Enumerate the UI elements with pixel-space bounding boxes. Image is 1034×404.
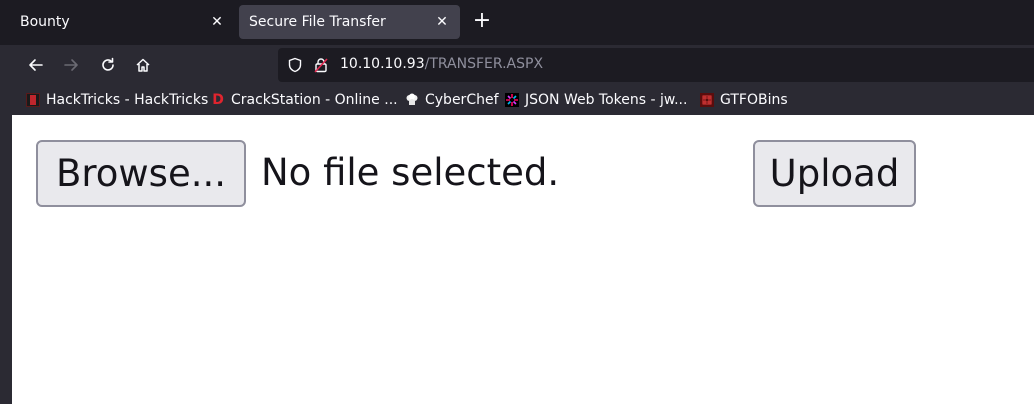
reload-icon[interactable]	[97, 54, 119, 76]
bookmark-label: HackTricks - HackTricks	[46, 92, 209, 108]
jwt-icon	[505, 93, 519, 107]
bookmark-label: GTFOBins	[720, 92, 788, 108]
back-icon[interactable]	[25, 54, 47, 76]
url-host: 10.10.10.93	[340, 56, 425, 72]
tab-bar: Bounty ✕ Secure File Transfer ✕ +	[0, 0, 1034, 45]
forward-icon[interactable]	[60, 54, 82, 76]
left-edge	[0, 115, 12, 404]
url-bar[interactable]: 10.10.10.93/TRANSFER.ASPX	[278, 48, 1034, 82]
bookmark-gtfobins[interactable]: GTFOBins	[700, 91, 788, 109]
home-icon[interactable]	[132, 54, 154, 76]
file-status-text: No file selected.	[261, 151, 560, 194]
url-path: /TRANSFER.ASPX	[424, 56, 544, 72]
close-icon[interactable]: ✕	[434, 14, 450, 30]
tab-title: Bounty	[20, 14, 70, 30]
cyberchef-icon	[405, 93, 419, 107]
crackstation-icon: D	[212, 92, 224, 108]
tab-secure-file-transfer[interactable]: Secure File Transfer ✕	[239, 5, 460, 39]
new-tab-icon[interactable]: +	[470, 10, 494, 34]
bookmarks-toolbar: HackTricks - HackTricks D CrackStation -…	[0, 85, 1034, 115]
tab-bounty[interactable]: Bounty ✕	[10, 5, 235, 39]
tracking-protection-shield-icon[interactable]	[287, 57, 303, 73]
insecure-lock-icon[interactable]	[313, 57, 329, 73]
browse-button[interactable]: Browse...	[36, 140, 246, 207]
bookmark-hacktricks[interactable]: HackTricks - HackTricks	[26, 91, 208, 109]
gtfobins-icon	[700, 93, 714, 107]
bookmark-cyberchef[interactable]: CyberChef	[405, 91, 499, 109]
bookmark-label: CyberChef	[425, 92, 499, 108]
bookmark-jwt[interactable]: JSON Web Tokens - jw...	[505, 91, 687, 109]
upload-button[interactable]: Upload	[753, 140, 916, 207]
bookmark-label: CrackStation - Online ...	[231, 92, 398, 108]
navigation-toolbar: 10.10.10.93/TRANSFER.ASPX	[0, 45, 1034, 85]
hacktricks-icon	[26, 93, 40, 107]
bookmark-label: JSON Web Tokens - jw...	[525, 92, 688, 108]
close-icon[interactable]: ✕	[209, 14, 225, 30]
page-content: Browse... No file selected. Upload	[12, 115, 1034, 404]
url-text: 10.10.10.93/TRANSFER.ASPX	[340, 56, 543, 72]
tab-title: Secure File Transfer	[249, 14, 386, 30]
bookmark-crackstation[interactable]: D CrackStation - Online ...	[211, 91, 398, 109]
